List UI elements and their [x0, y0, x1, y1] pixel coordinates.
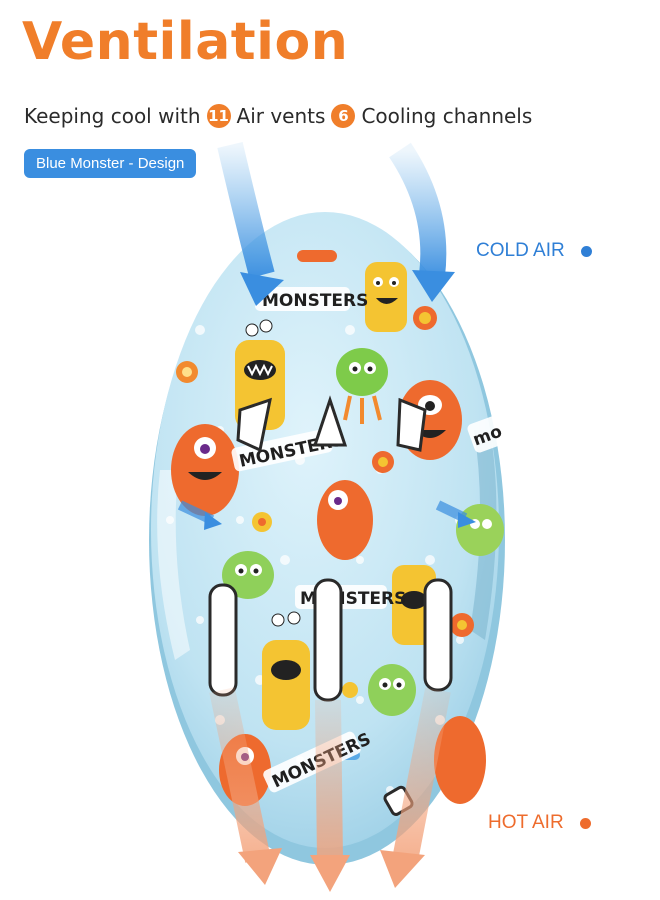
hot-arrow-head-right [380, 850, 425, 888]
monsters-label-1: MONSTERS [262, 291, 368, 311]
vent-top-right [396, 397, 427, 452]
vent-center [313, 578, 343, 702]
hot-arrow-head-center [310, 855, 350, 892]
vent-side-left [208, 583, 238, 697]
monster-orange-center [317, 480, 373, 560]
monster-green-bottom [368, 664, 416, 716]
helmet-illustration: MONSTERS MONSTERS MONSTERS mo MONSTERS [149, 142, 513, 892]
vent-side-right [423, 578, 453, 692]
hot-arrow-head-left [238, 848, 282, 885]
monster-orange-left [171, 424, 239, 516]
monster-yellow-top [365, 262, 407, 332]
